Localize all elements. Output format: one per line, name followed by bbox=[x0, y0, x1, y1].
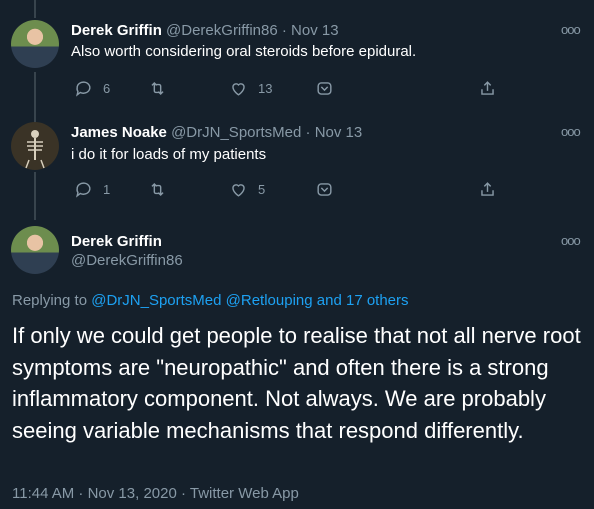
skeleton-image bbox=[25, 130, 45, 169]
more-options-icon[interactable]: ooo bbox=[561, 124, 581, 139]
avatar[interactable] bbox=[11, 226, 59, 274]
avatar[interactable] bbox=[11, 122, 59, 170]
share-icon bbox=[481, 81, 494, 95]
author-name[interactable]: Derek Griffin bbox=[71, 233, 162, 250]
save-icon bbox=[317, 183, 332, 196]
reply-count: 1 bbox=[103, 182, 111, 197]
replying-label: Replying to bbox=[12, 292, 88, 309]
more-options-icon[interactable]: ooo bbox=[561, 233, 581, 248]
share-button[interactable] bbox=[478, 180, 507, 199]
save-icon bbox=[317, 82, 332, 95]
tweet-timestamp[interactable]: 11:44 AM · Nov 13, 2020 · Twitter Web Ap… bbox=[12, 485, 299, 502]
reply-icon bbox=[75, 81, 91, 97]
avatar[interactable] bbox=[11, 20, 59, 68]
separator: · bbox=[281, 22, 287, 39]
tweet-header: Derek Griffin @DerekGriffin86 · Nov 13 bbox=[71, 22, 339, 39]
tweet-text: If only we could get people to realise t… bbox=[12, 323, 581, 443]
retweet-icon bbox=[151, 182, 164, 197]
mention-link[interactable]: @DrJN_SportsMed bbox=[91, 292, 221, 309]
like-button[interactable]: 5 bbox=[229, 180, 265, 199]
reply-count: 6 bbox=[103, 81, 111, 96]
heart-icon bbox=[232, 184, 245, 197]
retweet-icon bbox=[151, 81, 164, 96]
tweet-header: James Noake @DrJN_SportsMed · Nov 13 bbox=[71, 124, 362, 141]
reply-button[interactable]: 6 bbox=[74, 79, 110, 98]
heart-icon bbox=[232, 83, 245, 96]
like-count: 5 bbox=[258, 182, 266, 197]
author-handle[interactable]: @DerekGriffin86 bbox=[166, 22, 278, 39]
like-count: 13 bbox=[258, 81, 273, 96]
thread-line-2 bbox=[34, 172, 36, 220]
share-button[interactable] bbox=[478, 79, 507, 98]
mention-link[interactable]: @Retlouping bbox=[226, 292, 313, 309]
author-name[interactable]: Derek Griffin bbox=[71, 22, 162, 39]
tweet-text: i do it for loads of my patients bbox=[71, 146, 267, 163]
tweet-date[interactable]: Nov 13 bbox=[315, 124, 363, 141]
more-options-icon[interactable]: ooo bbox=[561, 22, 581, 37]
retweet-button[interactable] bbox=[148, 79, 177, 98]
author-handle[interactable]: @DrJN_SportsMed bbox=[171, 124, 301, 141]
tweet-text: Also worth considering oral steroids bef… bbox=[71, 43, 417, 60]
author-handle[interactable]: @DerekGriffin86 bbox=[71, 252, 183, 269]
share-icon bbox=[481, 182, 494, 196]
others-link[interactable]: and 17 others bbox=[317, 292, 409, 309]
tweet-date[interactable]: Nov 13 bbox=[291, 22, 339, 39]
separator: · bbox=[305, 124, 311, 141]
reply-icon bbox=[75, 182, 91, 198]
reply-button[interactable]: 1 bbox=[74, 180, 110, 199]
author-name[interactable]: James Noake bbox=[71, 124, 167, 141]
save-button[interactable] bbox=[315, 79, 344, 98]
thread-line-1 bbox=[34, 72, 36, 122]
thread-line-top bbox=[34, 0, 36, 18]
replying-to: Replying to @DrJN_SportsMed @Retlouping … bbox=[12, 292, 409, 309]
retweet-button[interactable] bbox=[148, 180, 177, 199]
save-button[interactable] bbox=[315, 180, 344, 199]
like-button[interactable]: 13 bbox=[229, 79, 272, 98]
